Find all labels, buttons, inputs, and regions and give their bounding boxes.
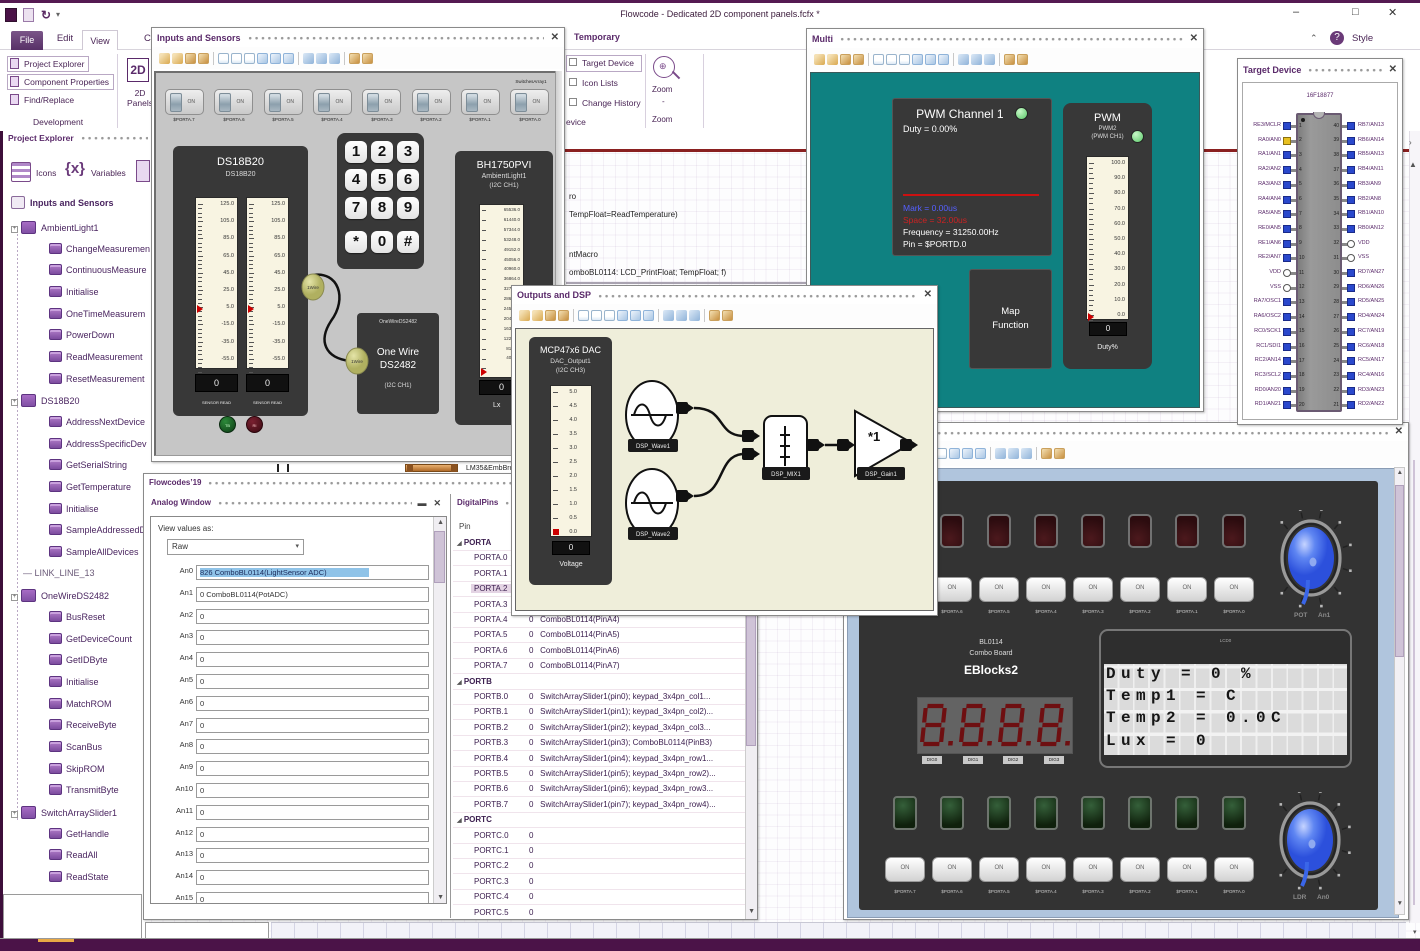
svg-text:An0: An0 <box>1317 894 1330 901</box>
svg-text:DSP_Wave2: DSP_Wave2 <box>636 532 671 538</box>
svg-text:An1: An1 <box>1318 612 1331 619</box>
svg-text:LDR: LDR <box>1293 894 1307 901</box>
svg-text:*1: *1 <box>868 429 880 444</box>
svg-text:1Wire: 1Wire <box>307 285 319 290</box>
svg-text:DSP_Wave1: DSP_Wave1 <box>636 444 671 450</box>
svg-text:DSP_Gain1: DSP_Gain1 <box>865 472 897 478</box>
svg-text:DSP_MIX1: DSP_MIX1 <box>771 472 801 478</box>
svg-text:1Wire: 1Wire <box>351 359 363 364</box>
svg-text:POT: POT <box>1294 612 1307 619</box>
